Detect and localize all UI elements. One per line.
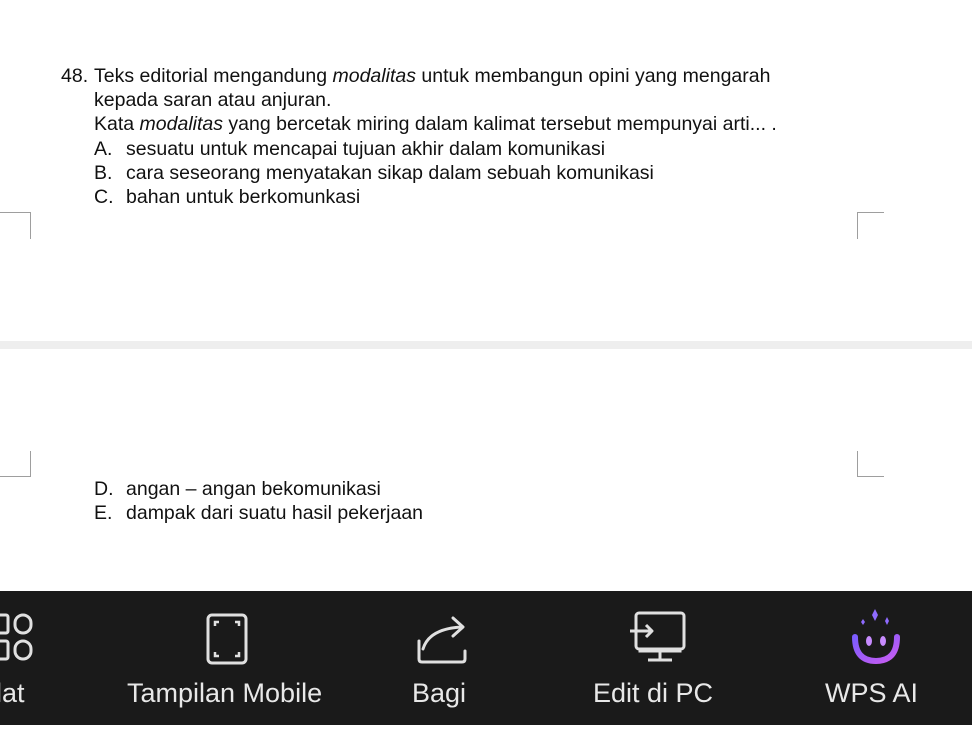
- option-letter-d: D.: [94, 478, 114, 500]
- toolbar-item-share[interactable]: Bagi: [386, 591, 506, 725]
- option-text-c: bahan untuk berkomunkasi: [126, 186, 361, 208]
- mobile-view-icon: [206, 613, 248, 665]
- share-icon: [417, 616, 467, 664]
- page-separator: [0, 341, 972, 349]
- toolbar-label-share: Bagi: [412, 678, 467, 708]
- toolbar-item-tools[interactable]: lat: [0, 591, 90, 725]
- toolbar-item-mobile-view[interactable]: Tampilan Mobile: [110, 591, 346, 725]
- option-text-a: sesuatu untuk mencapai tujuan akhir dala…: [126, 138, 606, 160]
- wps-ai-icon: [852, 609, 900, 665]
- question-line-2: kepada saran atau anjuran.: [94, 89, 332, 111]
- tools-grid-icon: [0, 613, 33, 661]
- italic-term: modalitas: [332, 65, 416, 87]
- toolbar-label-mobile-view: Tampilan Mobile: [127, 678, 323, 708]
- question-number: 48.: [61, 65, 89, 87]
- crop-mark-bottom-right: [857, 212, 884, 239]
- question-line-3: Kata modalitas yang bercetak miring dala…: [94, 113, 777, 135]
- bottom-edge: [0, 725, 972, 729]
- crop-mark-bottom-left: [0, 212, 31, 239]
- crop-mark-top-right: [857, 451, 884, 477]
- option-text-d: angan – angan bekomunikasi: [126, 478, 381, 500]
- option-letter-a: A.: [94, 138, 113, 160]
- toolbar-item-edit-on-pc[interactable]: Edit di PC: [580, 591, 740, 725]
- toolbar-label-edit-on-pc: Edit di PC: [593, 678, 714, 708]
- italic-term: modalitas: [139, 113, 224, 135]
- toolbar-label-tools: lat: [0, 678, 25, 708]
- option-text-e: dampak dari suatu hasil pekerjaan: [126, 502, 424, 524]
- toolbar-label-wps-ai: WPS AI: [825, 678, 919, 708]
- question-line-1: Teks editorial mengandung modalitas untu…: [94, 65, 771, 87]
- document-page-bottom: D. angan – angan bekomunikasi E. dampak …: [0, 349, 972, 591]
- crop-mark-top-left: [0, 451, 31, 477]
- option-letter-c: C.: [94, 186, 114, 208]
- document-page-top: 48. Teks editorial mengandung modalitas …: [0, 0, 972, 341]
- option-letter-e: E.: [94, 502, 113, 524]
- edit-on-pc-icon: [630, 611, 686, 662]
- toolbar-item-wps-ai[interactable]: WPS AI: [805, 591, 955, 725]
- option-text-b: cara seseorang menyatakan sikap dalam se…: [126, 162, 654, 184]
- option-letter-b: B.: [94, 162, 113, 184]
- bottom-toolbar: lat Tampilan Mobile Bagi Edit: [0, 591, 972, 725]
